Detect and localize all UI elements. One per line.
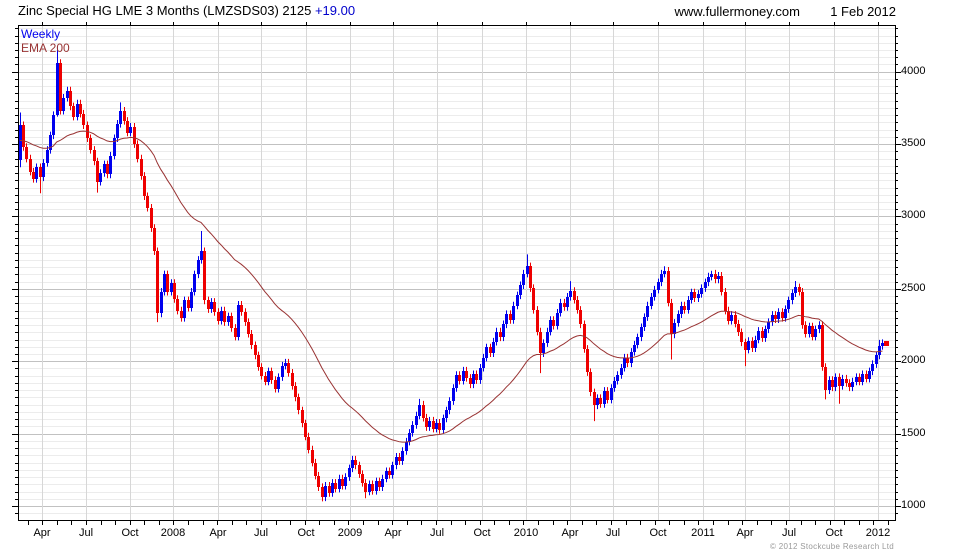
x-axis-label: Apr (736, 527, 754, 539)
x-axis-label: Oct (649, 527, 667, 539)
x-axis-label: Oct (473, 527, 491, 539)
x-axis-label: Jul (429, 527, 445, 539)
y-axis-label: 4000 (901, 65, 926, 77)
x-axis-label: Oct (825, 527, 843, 539)
x-axis-label: 2012 (865, 527, 891, 539)
legend-timeframe: Weekly (21, 27, 61, 41)
copyright-label: © 2012 Stockcube Research Ltd (770, 542, 894, 551)
x-axis-label: Oct (297, 527, 315, 539)
y-axis-label: 2000 (901, 354, 926, 366)
x-axis-label: Apr (384, 527, 402, 539)
x-axis-label: 2010 (513, 527, 539, 539)
chart-window: Zinc Special HG LME 3 Months (LMZSDS03) … (0, 0, 980, 560)
y-axis-label: 3500 (901, 137, 926, 149)
instrument-label: Zinc Special HG LME 3 Months (LMZSDS03) … (18, 3, 312, 18)
x-axis-label: 2011 (691, 527, 715, 539)
x-axis-label: Jul (605, 527, 621, 539)
price-chart-canvas (0, 0, 980, 560)
y-axis-label: 2500 (901, 282, 926, 294)
x-axis-label: Apr (561, 527, 579, 539)
y-axis-label: 1500 (901, 427, 926, 439)
price-change-label: +19.00 (314, 3, 356, 18)
x-axis-label: Apr (33, 527, 51, 539)
x-axis-label: Jul (253, 527, 269, 539)
x-axis-label: 2008 (160, 527, 186, 539)
chart-title: Zinc Special HG LME 3 Months (LMZSDS03) … (18, 3, 355, 18)
legend-ema: EMA 200 (21, 41, 70, 55)
x-axis-label: 2009 (337, 527, 363, 539)
date-label: 1 Feb 2012 (830, 4, 896, 19)
x-axis-label: Apr (209, 527, 227, 539)
x-axis-label: Jul (78, 527, 94, 539)
x-axis-label: Jul (781, 527, 797, 539)
x-axis-label: Oct (121, 527, 139, 539)
y-axis-label: 3000 (901, 209, 926, 221)
y-axis-label: 1000 (901, 499, 926, 511)
website-label: www.fullermoney.com (674, 4, 800, 19)
